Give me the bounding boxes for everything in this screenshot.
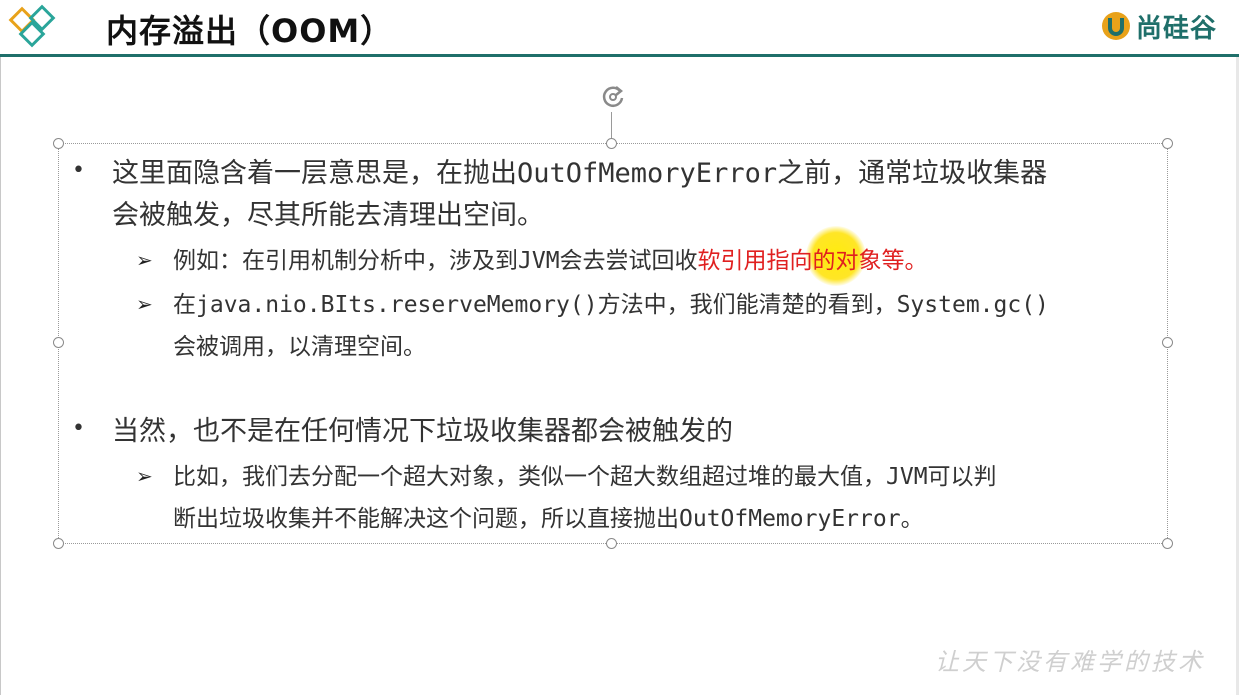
header-divider	[0, 54, 1239, 57]
sub-2-1-line2-code: OutOfMemoryError	[679, 506, 901, 532]
resize-handle-bottom-right[interactable]	[1162, 538, 1173, 549]
sub-bullet-1-2-line-2: 会被调用，以清理空间。	[173, 334, 426, 360]
sub-2-1-code: JVM	[886, 464, 928, 490]
bullet-dot: •	[72, 158, 85, 183]
sub-2-1-text-b: 可以判	[927, 464, 997, 490]
resize-handle-top[interactable]	[606, 138, 617, 149]
sub-bullet-2-1-line-2: 断出垃圾收集并不能解决这个问题，所以直接抛出OutOfMemoryError。	[173, 498, 924, 540]
sub-2-1-text-a: 比如，我们去分配一个超大对象，类似一个超大数组超过堆的最大值，	[173, 464, 886, 490]
resize-handle-right[interactable]	[1162, 337, 1173, 348]
bullet-1-text-b: 之前，通常垃圾收集器	[777, 158, 1048, 189]
arrow-bullet-icon: ➢	[136, 248, 153, 272]
bullet-2-line-1: 当然，也不是在任何情况下垃圾收集器都会被触发的	[112, 416, 733, 447]
resize-handle-top-right[interactable]	[1162, 138, 1173, 149]
sub-1-2-text-b: 方法中，我们能清楚的看到，	[597, 292, 897, 318]
bullet-dot: •	[72, 416, 85, 441]
resize-handle-left[interactable]	[53, 337, 64, 348]
diamond-logo-icon	[8, 4, 56, 48]
brand-logo: 尚硅谷	[1100, 8, 1217, 44]
sub-1-2-code-b: System.gc()	[896, 292, 1049, 318]
sub-bullet-2-1: 比如，我们去分配一个超大对象，类似一个超大数组超过堆的最大值，JVM可以判	[173, 456, 997, 498]
watermark-text: 让天下没有难学的技术	[935, 648, 1205, 676]
bullet-1-line-1: 这里面隐含着一层意思是，在抛出OutOfMemoryError之前，通常垃圾收集…	[112, 154, 1047, 194]
sub-1-2-text-a: 在	[173, 292, 196, 318]
bullet-1-text-a: 这里面隐含着一层意思是，在抛出	[112, 158, 517, 189]
arrow-bullet-icon: ➢	[136, 292, 153, 316]
brand-name: 尚硅谷	[1135, 13, 1217, 44]
sub-1-1-text-b: 会去尝试回收	[559, 248, 698, 274]
rotate-handle-icon[interactable]	[598, 82, 628, 112]
sub-1-1-code: JVM	[518, 248, 560, 274]
sub-1-1-highlight-text: 软引用指向的对象等。	[697, 248, 928, 274]
sub-1-2-code-a: java.nio.BIts.reserveMemory()	[196, 292, 598, 318]
sub-2-1-line2-text-b: 。	[900, 506, 924, 532]
slide-header: 内存溢出（OOM） 尚硅谷	[0, 0, 1239, 56]
sub-bullet-1-1: 例如：在引用机制分析中，涉及到JVM会去尝试回收软引用指向的对象等。	[173, 240, 928, 282]
slide-title: 内存溢出（OOM）	[106, 12, 394, 50]
resize-handle-bottom-left[interactable]	[53, 538, 64, 549]
brand-u-icon	[1101, 12, 1130, 40]
resize-handle-top-left[interactable]	[53, 138, 64, 149]
bullet-1-line-2: 会被触发，尽其所能去清理出空间。	[112, 200, 544, 231]
sub-1-1-text-a: 例如：在引用机制分析中，涉及到	[173, 248, 518, 274]
arrow-bullet-icon: ➢	[136, 464, 153, 488]
sub-2-1-line2-text-a: 断出垃圾收集并不能解决这个问题，所以直接抛出	[173, 506, 679, 532]
sub-bullet-1-2: 在java.nio.BIts.reserveMemory()方法中，我们能清楚的…	[173, 284, 1049, 326]
slide-left-border	[0, 57, 1, 695]
bullet-1-code: OutOfMemoryError	[517, 158, 778, 189]
